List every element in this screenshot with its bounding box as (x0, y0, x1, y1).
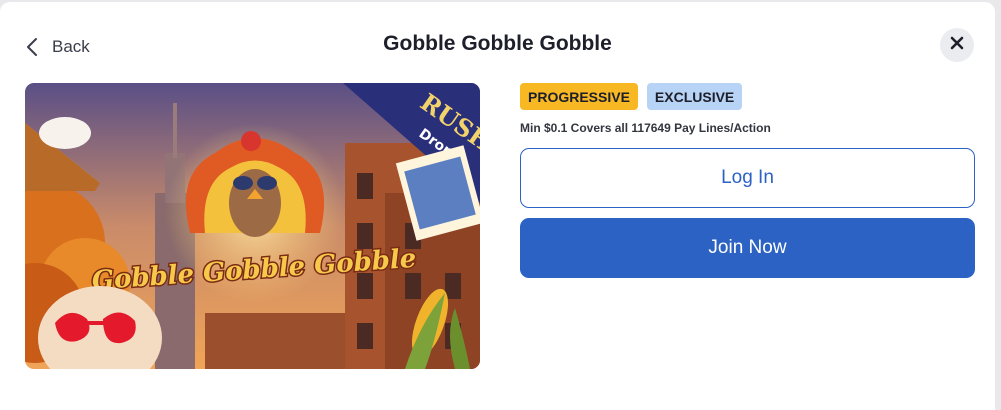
close-icon (950, 36, 964, 55)
close-button[interactable] (940, 28, 974, 62)
progressive-badge: PROGRESSIVE (520, 83, 638, 110)
join-now-button[interactable]: Join Now (520, 218, 975, 278)
game-details-modal: Back Gobble Gobble Gobble RUSH Drop Gobb… (0, 2, 995, 410)
login-button[interactable]: Log In (520, 148, 975, 208)
game-thumbnail[interactable]: RUSH Drop Gobble Gobble Gobble (25, 83, 480, 369)
game-info-text: Min $0.1 Covers all 117649 Pay Lines/Act… (520, 121, 771, 135)
modal-title: Gobble Gobble Gobble (383, 32, 612, 55)
exclusive-badge: EXCLUSIVE (646, 83, 743, 110)
badge-group: PROGRESSIVE EXCLUSIVE (520, 83, 743, 110)
